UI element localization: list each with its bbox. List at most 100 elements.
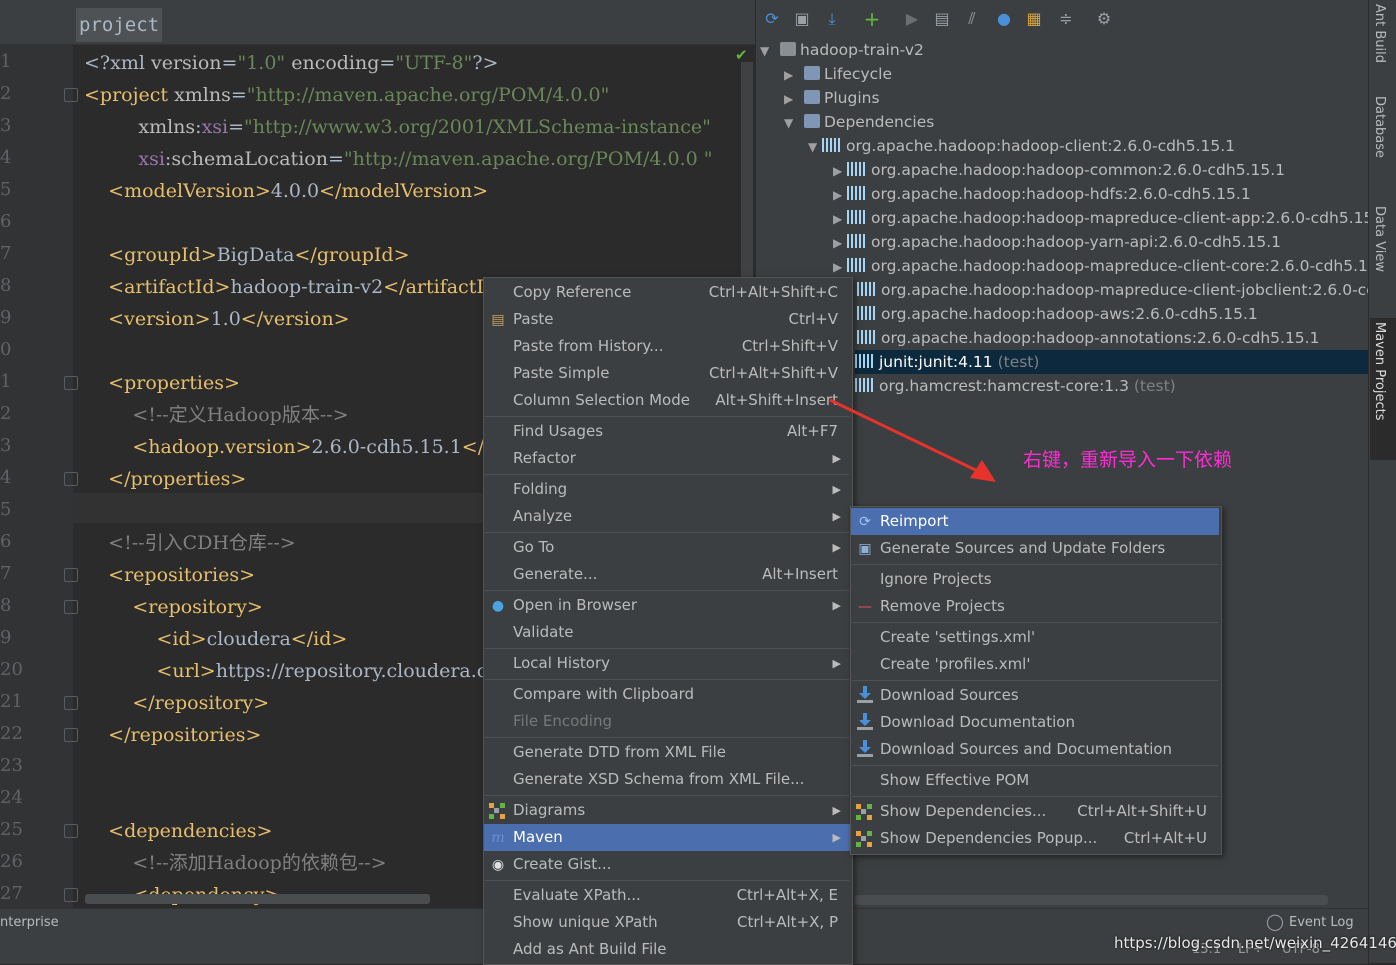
skip-tests-icon[interactable]: ● [994, 9, 1014, 29]
menu-item[interactable]: Generate DTD from XML File [484, 739, 850, 766]
tree-arrow-icon[interactable]: ▶ [833, 183, 847, 207]
editor-tab-project[interactable]: project [76, 8, 163, 42]
menu-item[interactable]: Create 'settings.xml' [851, 624, 1219, 651]
menu-item[interactable]: ● Open in Browser ▶ [484, 592, 850, 619]
show-dependencies-icon[interactable]: ▦ [1024, 9, 1044, 29]
editor-vertical-scrollbar[interactable] [741, 62, 753, 282]
menu-item[interactable]: Local History ▶ [484, 650, 850, 677]
menu-item[interactable]: Generate XSD Schema from XML File... [484, 766, 850, 793]
editor-horizontal-scrollbar[interactable] [85, 894, 430, 904]
menu-item[interactable]: ⟳ Reimport [851, 508, 1219, 535]
tree-row[interactable]: ▶ org.apache.hadoop:hadoop-mapreduce-clie… [833, 206, 1388, 230]
menu-item[interactable]: Paste Simple Ctrl+Alt+Shift+V [484, 360, 850, 387]
menu-item[interactable]: Compare with Clipboard [484, 681, 850, 708]
menu-item[interactable]: Show Effective POM [851, 767, 1219, 794]
line-number: 6 [0, 531, 12, 552]
fold-marker-icon[interactable] [64, 728, 78, 742]
tree-row[interactable]: ▶ Lifecycle [784, 62, 892, 86]
menu-item[interactable]: Go To ▶ [484, 534, 850, 561]
fold-marker-icon[interactable] [64, 568, 78, 582]
menu-item-shortcut: Ctrl+Alt+X, P [737, 913, 838, 931]
menu-item[interactable]: Column Selection Mode Alt+Shift+Insert [484, 387, 850, 414]
menu-item[interactable]: Create 'profiles.xml' [851, 651, 1219, 678]
tree-row[interactable]: ▶ org.apache.hadoop:hadoop-hdfs:2.6.0-cdh… [833, 182, 1251, 206]
execute-goal-icon[interactable]: ▤ [932, 9, 952, 29]
menu-item[interactable]: m Maven ▶ [484, 824, 850, 851]
tree-row[interactable]: ▶ org.apache.hadoop:hadoop-yarn-api:2.6.0… [833, 230, 1281, 254]
download-icon [857, 686, 873, 704]
generate-sources-icon[interactable]: ▣ [792, 9, 812, 29]
tree-row[interactable]: junit:junit:4.11 (test) [841, 350, 1039, 374]
tree-arrow-icon[interactable]: ▶ [833, 231, 847, 255]
tree-row[interactable]: ▼ Dependencies [784, 110, 934, 134]
tree-row[interactable]: ▼ hadoop-train-v2 [760, 38, 924, 62]
side-tab-data-view[interactable]: Data View [1372, 206, 1387, 272]
tree-row[interactable]: ▶ Plugins [784, 86, 880, 110]
fold-marker-icon[interactable] [64, 824, 78, 838]
menu-item[interactable]: Add as Ant Build File [484, 936, 850, 963]
menu-item[interactable]: Folding ▶ [484, 476, 850, 503]
menu-item[interactable]: Refactor ▶ [484, 445, 850, 472]
menu-item[interactable]: Download Sources and Documentation [851, 736, 1219, 763]
menu-item[interactable]: ▣ Generate Sources and Update Folders [851, 535, 1219, 562]
diagram-icon [489, 803, 505, 819]
reimport-icon[interactable]: ⟳ [762, 9, 782, 29]
fold-marker-icon[interactable] [64, 472, 78, 486]
event-log-button[interactable]: Event Log [1289, 915, 1354, 930]
menu-item[interactable]: — Remove Projects [851, 593, 1219, 620]
menu-item[interactable]: Paste from History... Ctrl+Shift+V [484, 333, 850, 360]
tree-row[interactable]: ▶ org.apache.hadoop:hadoop-mapreduce-clie… [833, 254, 1393, 278]
line-number: 21 [0, 691, 23, 712]
tree-arrow-icon[interactable]: ▶ [784, 63, 798, 87]
line-number: 22 [0, 723, 23, 744]
tree-row-label: org.apache.hadoop:hadoop-client:2.6.0-cd… [846, 137, 1236, 155]
fold-marker-icon[interactable] [64, 888, 78, 902]
side-tab-database[interactable]: Database [1372, 96, 1387, 158]
menu-item[interactable]: Ignore Projects [851, 566, 1219, 593]
run-icon[interactable]: ▶ [902, 9, 922, 29]
download-icon[interactable]: ⤓ [822, 9, 842, 29]
menu-item[interactable]: Show unique XPath Ctrl+Alt+X, P [484, 909, 850, 936]
side-tab-maven-projects[interactable]: Maven Projects [1372, 322, 1387, 421]
menu-item[interactable]: Evaluate XPath... Ctrl+Alt+X, E [484, 882, 850, 909]
menu-item-label: Column Selection Mode [513, 391, 690, 409]
tree-row[interactable]: ▼ org.apache.hadoop:hadoop-client:2.6.0-c… [808, 134, 1235, 158]
tree-arrow-icon[interactable]: ▼ [808, 135, 822, 159]
line-number: 1 [0, 51, 12, 72]
tree-row[interactable]: org.apache.hadoop:hadoop-mapreduce-clien… [843, 278, 1396, 302]
settings-icon[interactable]: ⚙ [1094, 9, 1114, 29]
menu-item[interactable]: Validate [484, 619, 850, 646]
menu-item[interactable]: Diagrams ▶ [484, 797, 850, 824]
menu-item[interactable]: Generate... Alt+Insert [484, 561, 850, 588]
tree-row[interactable]: ▶ org.apache.hadoop:hadoop-common:2.6.0-c… [833, 158, 1285, 182]
tree-arrow-icon[interactable]: ▼ [760, 39, 774, 63]
menu-item-label: Diagrams [513, 801, 586, 819]
collapse-all-icon[interactable]: ≑ [1056, 9, 1076, 29]
menu-item-shortcut: Alt+Insert [762, 565, 838, 583]
menu-item[interactable]: Analyze ▶ [484, 503, 850, 530]
side-tab-ant-build[interactable]: Ant Build [1372, 4, 1387, 63]
tree-arrow-icon[interactable]: ▶ [784, 87, 798, 111]
menu-item[interactable]: Download Documentation [851, 709, 1219, 736]
menu-item[interactable]: ▤ Paste Ctrl+V [484, 306, 850, 333]
tree-arrow-icon[interactable]: ▼ [784, 111, 798, 135]
tree-arrow-icon[interactable]: ▶ [833, 159, 847, 183]
tree-arrow-icon[interactable]: ▶ [833, 207, 847, 231]
fold-marker-icon[interactable] [64, 600, 78, 614]
fold-marker-icon[interactable] [64, 696, 78, 710]
menu-item[interactable]: Copy Reference Ctrl+Alt+Shift+C [484, 279, 850, 306]
tree-row[interactable]: org.apache.hadoop:hadoop-annotations:2.6… [843, 326, 1319, 350]
maven-horizontal-scrollbar[interactable] [855, 895, 1328, 905]
fold-marker-icon[interactable] [64, 376, 78, 390]
add-icon[interactable]: + [862, 9, 882, 29]
menu-item[interactable]: Show Dependencies Popup... Ctrl+Alt+U [851, 825, 1219, 852]
toggle-offline-icon[interactable]: ⫽ [962, 9, 982, 29]
menu-item[interactable]: Download Sources [851, 682, 1219, 709]
tree-arrow-icon[interactable]: ▶ [833, 255, 847, 279]
menu-item[interactable]: Find Usages Alt+F7 [484, 418, 850, 445]
tree-row[interactable]: org.apache.hadoop:hadoop-aws:2.6.0-cdh5.… [843, 302, 1258, 326]
menu-item[interactable]: ◉ Create Gist... [484, 851, 850, 878]
menu-separator [485, 416, 849, 417]
fold-marker-icon[interactable] [64, 88, 78, 102]
menu-item[interactable]: Show Dependencies... Ctrl+Alt+Shift+U [851, 798, 1219, 825]
